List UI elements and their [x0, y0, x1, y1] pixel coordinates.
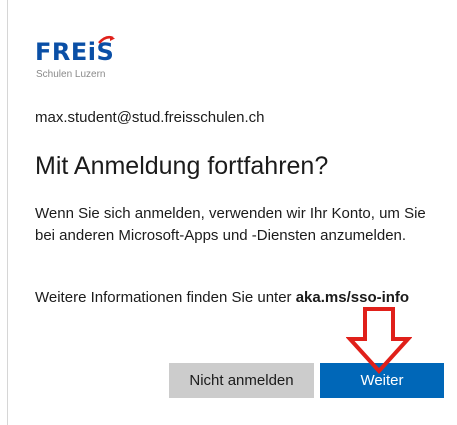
decline-button[interactable]: Nicht anmelden	[169, 363, 314, 398]
more-info-prefix: Weitere Informationen finden Sie unter	[35, 289, 296, 306]
account-email: max.student@stud.freisschulen.ch	[35, 109, 265, 126]
sso-dialog: FREiS Schulen Luzern max.student@stud.fr…	[7, 0, 457, 425]
freis-logo: FREiS Schulen Luzern	[35, 35, 145, 88]
sso-info-link[interactable]: aka.ms/sso-info	[296, 289, 409, 306]
logo-subtitle: Schulen Luzern	[36, 69, 106, 80]
continue-button[interactable]: Weiter	[320, 363, 444, 398]
dialog-description: Wenn Sie sich anmelden, verwenden wir Ih…	[35, 205, 426, 244]
logo-swoosh-icon	[98, 35, 115, 44]
dialog-title: Mit Anmeldung fortfahren?	[35, 152, 329, 180]
more-info-text: Weitere Informationen finden Sie unter a…	[35, 287, 445, 309]
